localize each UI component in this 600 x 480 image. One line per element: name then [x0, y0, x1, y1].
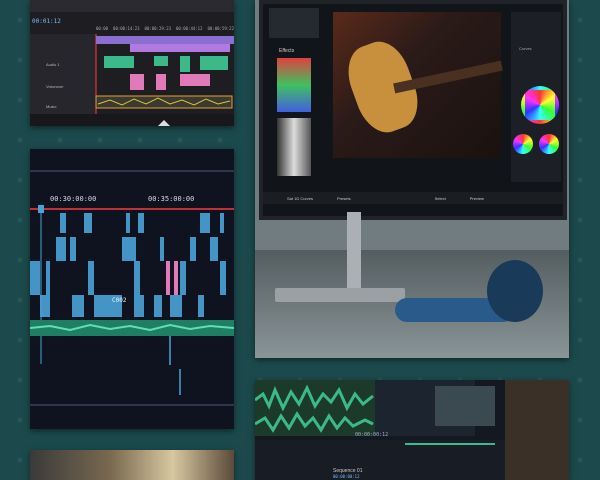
headphones	[395, 250, 545, 330]
waveform-scope	[277, 118, 311, 176]
audio-editor-photo: 00:00:00:12 Sequence 01 00:00:00:12	[255, 380, 569, 480]
color-wheel	[521, 86, 559, 124]
timeline-clips	[30, 34, 234, 126]
zoomed-timeline-clips	[30, 170, 234, 406]
clip-label: C002	[112, 297, 127, 304]
chevron-up-icon	[158, 120, 170, 126]
monitor-stand-base	[275, 288, 405, 302]
rgb-scope	[277, 58, 311, 112]
timecode-readout: 00:00:00:12	[355, 432, 389, 438]
monitor-stand	[347, 212, 361, 292]
guitar-video-frame	[333, 12, 503, 158]
audio-waveform	[255, 380, 569, 480]
monitor-screen: Effects Curves Sat 1D Curves Presets Sel…	[259, 0, 567, 220]
scopes-label: Curves	[519, 46, 532, 51]
color-wheel	[513, 134, 533, 154]
timecode-readout: 00:00:00:12	[333, 474, 360, 479]
panel-title: Effects	[279, 48, 295, 54]
editor-timeline-thumbnail: 00:01:12 00:00 00:00:14:23 00:00:29:23 0…	[30, 0, 234, 126]
color-wheel	[539, 134, 559, 154]
monitor-with-headphones-photo: Effects Curves Sat 1D Curves Presets Sel…	[255, 0, 569, 358]
zoomed-timeline-image: 00:30:00:00 00:35:00:00 C002	[30, 149, 234, 429]
bottom-toolbar: Sat 1D Curves Presets Select Preview	[263, 192, 563, 204]
desk-photo-partial	[30, 450, 234, 480]
